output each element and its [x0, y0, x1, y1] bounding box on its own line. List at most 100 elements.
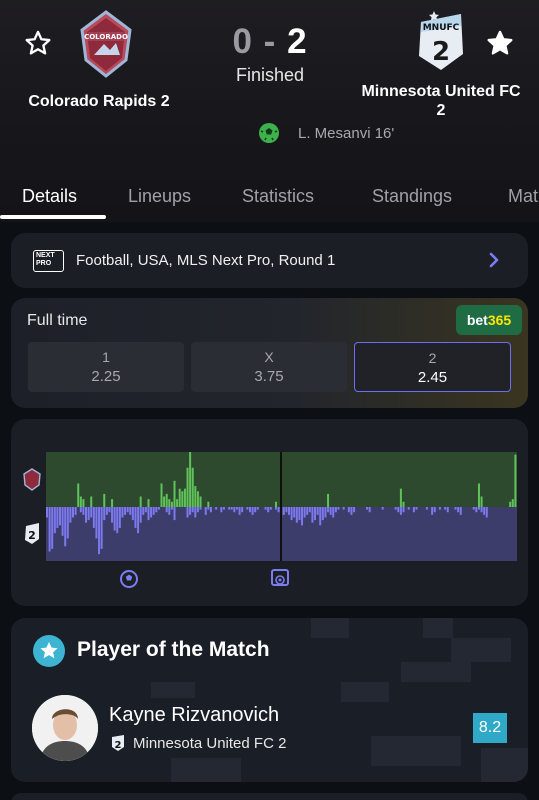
momentum-bar-home	[181, 491, 184, 507]
odds-label-draw: X	[264, 349, 274, 365]
momentum-bar-away	[415, 507, 418, 510]
momentum-bar-away	[220, 507, 223, 513]
momentum-bar-away	[402, 507, 405, 513]
momentum-bar-away	[454, 507, 457, 510]
momentum-bar-away	[108, 507, 111, 513]
momentum-bar-away	[399, 507, 402, 515]
chevron-right-icon	[489, 252, 499, 268]
momentum-bar-away	[314, 507, 317, 521]
league-row[interactable]: NEXT PRO Football, USA, MLS Next Pro, Ro…	[11, 233, 528, 288]
momentum-bar-away	[298, 507, 301, 521]
momentum-bar-away	[103, 507, 106, 521]
momentum-bar-home	[191, 467, 194, 507]
momentum-bar-away	[246, 507, 249, 510]
momentum-bar-home	[199, 496, 202, 507]
momentum-bar-away	[334, 507, 337, 513]
momentum-bar-home	[165, 493, 168, 507]
minnesota-united-logo[interactable]: MNUFC 2	[413, 8, 469, 76]
momentum-bar-home	[82, 499, 85, 507]
odds-label-home: 1	[102, 349, 110, 365]
momentum-bar-away	[191, 507, 194, 513]
momentum-bar-away	[480, 507, 483, 513]
momentum-bar-away	[137, 507, 140, 534]
momentum-bar-away	[147, 507, 150, 521]
momentum-bar-away	[366, 507, 369, 510]
momentum-bar-away	[155, 507, 158, 513]
favorite-home-star-icon[interactable]	[22, 27, 54, 59]
momentum-bar-away	[337, 507, 340, 510]
momentum-bar-away	[472, 507, 475, 510]
momentum-bar-away	[69, 507, 72, 523]
momentum-bar-home	[176, 499, 179, 507]
goal-scorer-text: L. Mesanvi 16'	[298, 124, 395, 142]
match-status: Finished	[235, 65, 305, 85]
active-tab-indicator	[0, 215, 106, 219]
momentum-bar-away	[222, 507, 225, 510]
player-of-the-match-card[interactable]: Player of the Match Kayne Rizvanovich 2 …	[11, 618, 528, 782]
momentum-bar-home	[183, 488, 186, 507]
momentum-bar-away	[186, 507, 189, 518]
penalty-event-icon[interactable]	[271, 569, 289, 586]
momentum-bar-away	[165, 507, 168, 513]
momentum-bar-away	[267, 507, 270, 513]
momentum-bar-away	[87, 507, 90, 521]
momentum-bar-away	[433, 507, 436, 513]
momentum-bar-away	[204, 507, 207, 515]
momentum-card: 2	[11, 419, 528, 606]
momentum-bar-away	[303, 507, 306, 518]
momentum-bar-away	[332, 507, 335, 518]
tab-details[interactable]: Details	[22, 178, 77, 207]
momentum-bar-away	[228, 507, 231, 510]
goal-event-icon[interactable]	[120, 570, 138, 588]
momentum-bar-home	[514, 454, 517, 507]
momentum-bar-away	[457, 507, 460, 513]
score-separator: -	[263, 22, 277, 61]
tab-matches[interactable]: Mat	[508, 178, 538, 207]
player-rating-badge: 8.2	[473, 713, 507, 743]
odds-option-home[interactable]: 1 2.25	[28, 342, 184, 392]
momentum-bar-away	[56, 507, 59, 528]
momentum-bar-away	[425, 507, 428, 510]
momentum-bar-home	[111, 499, 114, 507]
potm-title: Player of the Match	[77, 638, 270, 661]
tab-statistics[interactable]: Statistics	[242, 178, 314, 207]
momentum-bar-away	[431, 507, 434, 515]
away-team-mini-logo: 2	[25, 523, 39, 544]
momentum-bar-away	[100, 507, 103, 549]
momentum-bar-away	[324, 507, 327, 518]
momentum-bar-away	[274, 507, 277, 510]
momentum-bar-away	[150, 507, 153, 518]
colorado-rapids-logo[interactable]: COLORADO	[76, 10, 136, 80]
momentum-chart: 2	[23, 452, 517, 588]
momentum-bar-home	[480, 496, 483, 507]
momentum-bar-away	[485, 507, 488, 518]
momentum-bar-away	[264, 507, 267, 510]
momentum-bar-away	[144, 507, 147, 513]
bet365-badge[interactable]: bet 365	[456, 305, 522, 335]
momentum-bar-home	[186, 467, 189, 507]
away-team-name[interactable]: Minnesota United FC 2	[356, 82, 526, 120]
momentum-bar-away	[350, 507, 353, 515]
odds-option-draw[interactable]: X 3.75	[191, 342, 347, 392]
momentum-bar-away	[353, 507, 356, 513]
momentum-bar-away	[446, 507, 449, 513]
momentum-bar-away	[381, 507, 384, 510]
home-team-name[interactable]: Colorado Rapids 2	[20, 92, 178, 111]
odds-card: Full time bet 365 1 2.25 X 3.75 2 2.45	[11, 298, 528, 408]
mls-next-pro-logo: NEXT PRO	[33, 249, 64, 272]
odds-option-away[interactable]: 2 2.45	[354, 342, 511, 392]
favorite-away-star-icon[interactable]	[484, 27, 516, 59]
momentum-bar-away	[308, 507, 311, 513]
momentum-bar-home	[196, 491, 199, 507]
momentum-bar-away	[407, 507, 410, 510]
tab-lineups[interactable]: Lineups	[128, 178, 191, 207]
momentum-bar-away	[316, 507, 319, 515]
momentum-bar-away	[61, 507, 64, 536]
mnufc-logo-text: MNUFC	[423, 23, 460, 33]
tab-standings[interactable]: Standings	[372, 178, 452, 207]
momentum-bar-away	[254, 507, 257, 513]
momentum-bar-away	[368, 507, 371, 513]
momentum-bar-away	[72, 507, 75, 518]
momentum-bar-away	[121, 507, 124, 518]
player-avatar	[32, 695, 98, 761]
